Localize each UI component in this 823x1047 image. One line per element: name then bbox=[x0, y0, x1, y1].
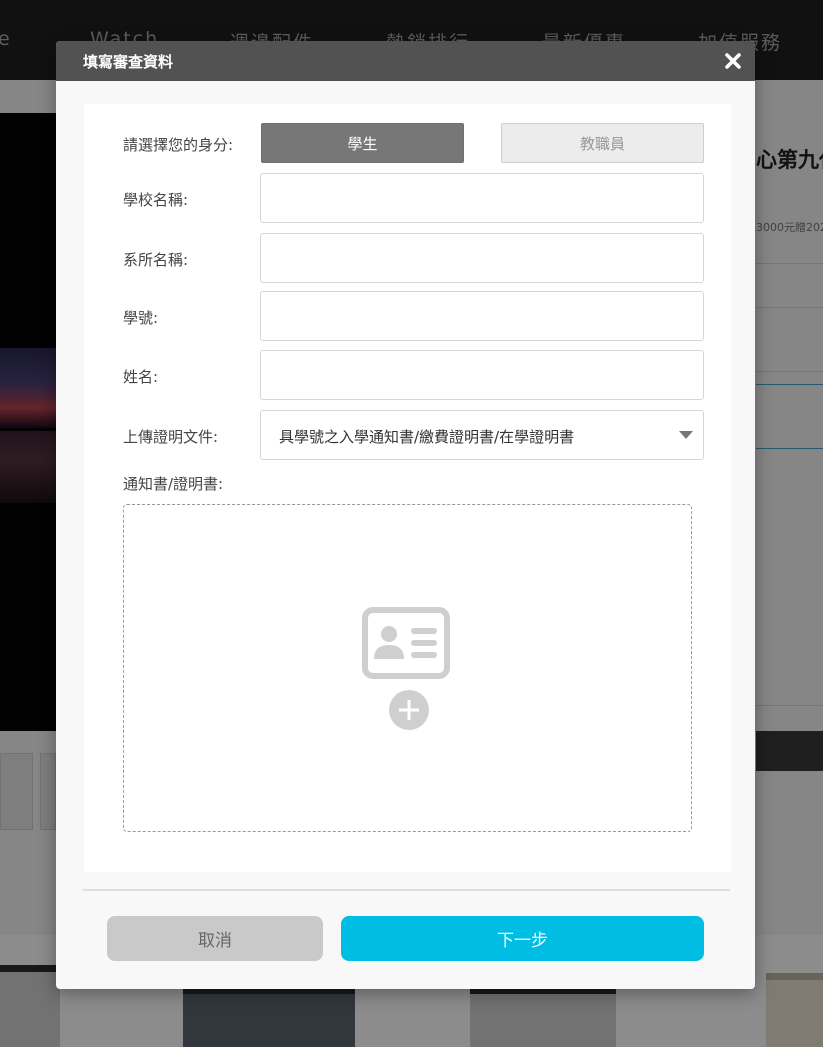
upload-label: 通知書/證明書: bbox=[123, 475, 224, 493]
name-label: 姓名: bbox=[123, 368, 159, 386]
modal-header: 填寫審查資料 bbox=[56, 41, 755, 81]
document-type-value: 具學號之入學通知書/繳費證明書/在學證明書 bbox=[279, 428, 575, 446]
name-input[interactable] bbox=[260, 350, 704, 400]
form-panel: 請選擇您的身分: 學生 教職員 學校名稱: 系所名稱: 學號: 姓名: 上傳證明… bbox=[84, 104, 731, 872]
student-id-input[interactable] bbox=[260, 291, 704, 341]
next-step-button[interactable]: 下一步 bbox=[341, 916, 704, 961]
modal-title: 填寫審查資料 bbox=[83, 53, 174, 71]
department-label: 系所名稱: bbox=[123, 251, 189, 269]
chevron-down-icon bbox=[679, 431, 693, 439]
close-icon[interactable] bbox=[722, 50, 744, 72]
cancel-button[interactable]: 取消 bbox=[107, 916, 323, 961]
student-role-button[interactable]: 學生 bbox=[261, 123, 464, 163]
document-label: 上傳證明文件: bbox=[123, 428, 219, 446]
school-label: 學校名稱: bbox=[123, 191, 189, 209]
student-id-label: 學號: bbox=[123, 309, 159, 327]
identity-label: 請選擇您的身分: bbox=[123, 136, 234, 154]
staff-role-button[interactable]: 教職員 bbox=[501, 123, 704, 163]
footer-divider bbox=[83, 889, 730, 891]
document-type-select[interactable]: 具學號之入學通知書/繳費證明書/在學證明書 bbox=[260, 410, 704, 460]
department-input[interactable] bbox=[260, 233, 704, 283]
school-name-input[interactable] bbox=[260, 173, 704, 223]
id-card-icon bbox=[362, 607, 450, 679]
verification-modal: 填寫審查資料 請選擇您的身分: 學生 教職員 學校名稱: 系所名稱: 學號: 姓… bbox=[56, 41, 755, 989]
document-upload-dropzone[interactable] bbox=[123, 504, 692, 832]
plus-circle-icon[interactable] bbox=[389, 690, 429, 730]
